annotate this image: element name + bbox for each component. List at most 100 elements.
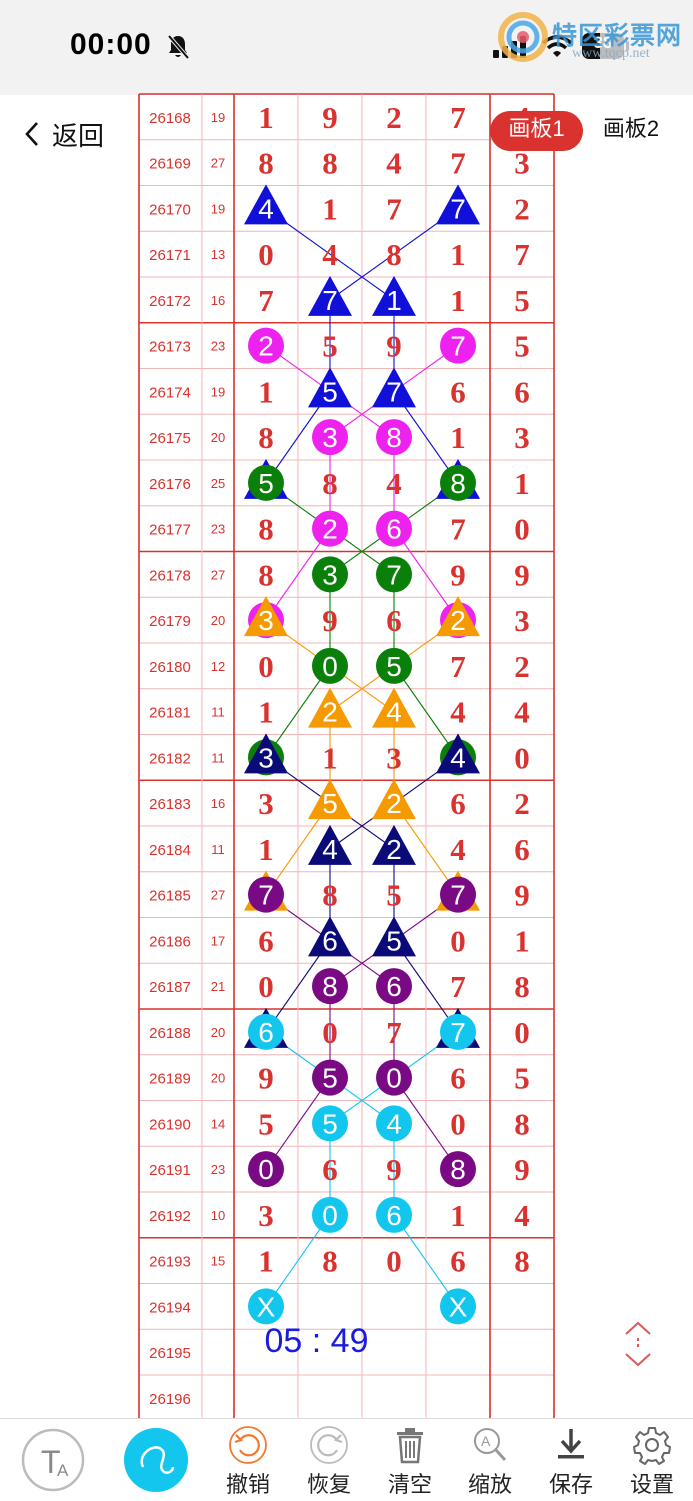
digit-cell: 6 <box>258 923 274 958</box>
extra-digit: 5 <box>514 283 530 318</box>
extra-digit: 1 <box>514 923 530 958</box>
circle-marker: 5 <box>248 464 284 501</box>
digit-cell: 7 <box>386 1015 402 1050</box>
marker-label: 3 <box>322 559 338 590</box>
marker-label: 4 <box>386 1108 402 1139</box>
issue-number: 26185 <box>149 888 191 905</box>
sum-value: 19 <box>211 201 225 216</box>
marker-label: 8 <box>450 1154 466 1185</box>
digit-cell: 6 <box>450 1244 466 1279</box>
undo-label: 撤销 <box>225 1472 270 1497</box>
circle-marker: 8 <box>440 464 476 501</box>
issue-number: 26180 <box>149 659 191 676</box>
draw-pen-button[interactable] <box>123 1419 189 1501</box>
digit-cell: 8 <box>322 878 338 913</box>
settings-button[interactable]: 设置 <box>622 1419 682 1501</box>
svg-text:A: A <box>57 1461 69 1480</box>
digit-cell: 3 <box>386 740 402 775</box>
scroll-updown-icon[interactable] <box>620 1320 656 1368</box>
trend-grid[interactable]: 2616819192742616927884732617019417722617… <box>0 0 693 1418</box>
sum-value: 27 <box>211 567 225 582</box>
marker-label: 4 <box>386 697 402 728</box>
digit-cell: 7 <box>450 649 466 684</box>
extra-digit: 8 <box>514 969 530 1004</box>
marker-label: 5 <box>322 1108 338 1139</box>
digit-cell: 1 <box>258 832 274 867</box>
triangle-marker: 7 <box>308 275 352 316</box>
issue-number: 26186 <box>149 933 191 950</box>
digit-cell: 0 <box>322 1015 338 1050</box>
issue-number: 26187 <box>149 979 191 996</box>
issue-number: 26169 <box>149 156 191 173</box>
marker-label: 5 <box>322 788 338 819</box>
marker-label: 2 <box>386 788 402 819</box>
digit-cell: 9 <box>322 603 338 638</box>
triangle-marker: 4 <box>308 824 352 865</box>
triangle-marker: 2 <box>372 824 416 865</box>
marker-label: 0 <box>322 651 338 682</box>
extra-digit: 6 <box>514 374 530 409</box>
back-label: 返回 <box>52 120 105 151</box>
marker-label: 6 <box>258 1017 274 1048</box>
circle-marker: 7 <box>248 876 284 913</box>
issue-number: 26172 <box>149 293 191 310</box>
sum-value: 23 <box>211 522 225 537</box>
digit-cell: 7 <box>386 191 402 226</box>
save-button[interactable]: 保存 <box>541 1419 601 1501</box>
circle-marker: 6 <box>376 968 412 1005</box>
issue-number: 26194 <box>149 1299 191 1316</box>
zoom-label: 缩放 <box>467 1472 512 1497</box>
sum-value: 14 <box>211 1116 225 1131</box>
back-button[interactable]: 返回 <box>24 116 104 152</box>
digit-cell: 8 <box>258 146 274 181</box>
zoom-button[interactable]: A 缩放 <box>460 1419 520 1501</box>
bottom-toolbar: T A 撤销 恢复 清空 A 缩放 保存 设置 <box>0 1418 693 1501</box>
triangle-marker: 5 <box>372 916 416 957</box>
circle-marker: 6 <box>376 510 412 547</box>
triangle-marker: 2 <box>372 779 416 820</box>
text-tool-button[interactable]: T A <box>20 1419 86 1501</box>
circle-marker: 2 <box>248 327 284 364</box>
marker-label: 4 <box>450 742 466 773</box>
circle-marker: 4 <box>376 1105 412 1142</box>
triangle-marker: 4 <box>244 184 288 225</box>
sum-value: 23 <box>211 1162 225 1177</box>
marker-label: 2 <box>322 697 338 728</box>
marker-label: 7 <box>322 285 338 316</box>
sum-value: 25 <box>211 476 225 491</box>
redo-button[interactable]: 恢复 <box>299 1419 359 1501</box>
tab-board-1[interactable]: 画板1 <box>490 111 583 151</box>
circle-marker: X <box>248 1288 284 1325</box>
marker-label: 7 <box>258 880 274 911</box>
digit-cell: 6 <box>450 374 466 409</box>
circle-marker: 7 <box>440 876 476 913</box>
extra-digit: 4 <box>514 695 530 730</box>
extra-digit: 0 <box>514 740 530 775</box>
svg-text:A: A <box>481 1433 491 1449</box>
undo-button[interactable]: 撤销 <box>218 1419 278 1501</box>
circle-marker: 5 <box>312 1059 348 1096</box>
extra-digit: 6 <box>514 832 530 867</box>
tab-board-2[interactable]: 画板2 <box>588 111 674 151</box>
digit-cell: 1 <box>450 420 466 455</box>
digit-cell: 7 <box>450 969 466 1004</box>
clear-button[interactable]: 清空 <box>380 1419 440 1501</box>
digit-cell: 1 <box>258 374 274 409</box>
digit-cell: 3 <box>258 786 274 821</box>
sum-value: 20 <box>211 430 225 445</box>
extra-digit: 3 <box>514 420 530 455</box>
extra-digit: 1 <box>514 466 530 501</box>
digit-cell: 4 <box>450 832 466 867</box>
sum-value: 10 <box>211 1208 225 1223</box>
circle-marker: 6 <box>248 1013 284 1050</box>
digit-cell: 1 <box>258 100 274 135</box>
circle-marker: 3 <box>312 419 348 456</box>
sum-value: 27 <box>211 156 225 171</box>
redo-icon <box>310 1426 348 1464</box>
chevron-left-icon <box>25 122 38 146</box>
trash-icon <box>397 1428 423 1464</box>
digit-cell: 7 <box>258 283 274 318</box>
sum-value: 12 <box>211 659 225 674</box>
redo-label: 恢复 <box>306 1472 351 1497</box>
triangle-marker: 5 <box>308 779 352 820</box>
